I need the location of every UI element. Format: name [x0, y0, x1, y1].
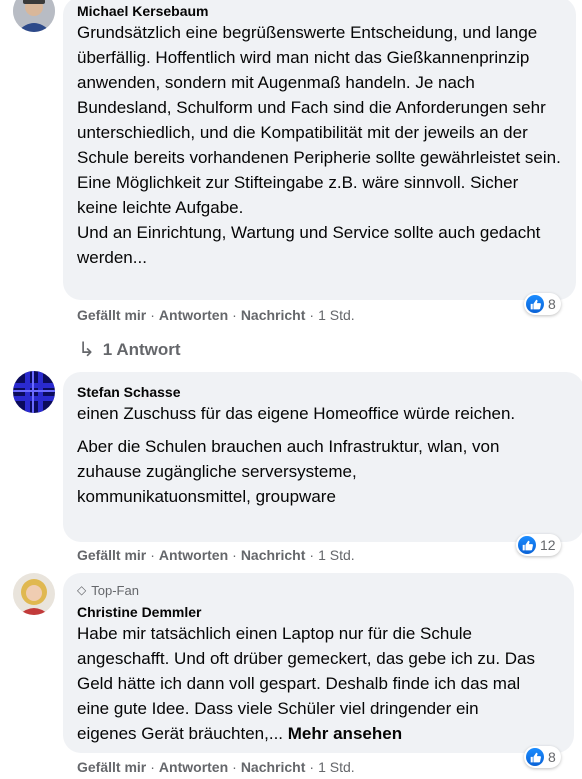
comment-author[interactable]: Stefan Schasse	[77, 383, 570, 401]
avatar[interactable]	[13, 573, 55, 615]
top-fan-badge[interactable]: ◇ Top-Fan	[77, 580, 560, 600]
reaction-number: 12	[540, 537, 556, 553]
reply-link[interactable]: Antworten	[159, 759, 228, 775]
timestamp[interactable]: 1 Std.	[318, 759, 355, 775]
like-link[interactable]: Gefällt mir	[77, 307, 146, 323]
comment-text: Habe mir tatsächlich einen Laptop nur fü…	[77, 621, 537, 746]
badge-label: Top-Fan	[91, 582, 139, 598]
replies-count: 1 Antwort	[102, 339, 181, 359]
avatar-photo	[13, 573, 55, 615]
comment-bubble: ◇ Top-Fan Christine Demmler Habe mir tat…	[63, 573, 574, 753]
message-link[interactable]: Nachricht	[241, 307, 306, 323]
avatar-photo	[13, 371, 55, 413]
comment-actions: Gefällt mir · Antworten · Nachricht · 1 Std.	[77, 547, 355, 563]
comment-actions: Gefällt mir · Antworten · Nachricht · 1 Std.	[77, 307, 355, 323]
reply-link[interactable]: Antworten	[159, 547, 228, 563]
comment-paragraph: Und an Einrichtung, Wartung und Service …	[77, 223, 541, 267]
reaction-count[interactable]: 12	[516, 534, 561, 556]
avatar[interactable]	[13, 371, 55, 413]
timestamp[interactable]: 1 Std.	[318, 547, 355, 563]
comment-author[interactable]: Michael Kersebaum	[77, 2, 562, 20]
comment-bubble: Michael Kersebaum Grundsätzlich eine beg…	[63, 0, 576, 300]
like-link[interactable]: Gefällt mir	[77, 759, 146, 775]
comment-text: Grundsätzlich eine begrüßenswerte Entsch…	[77, 20, 562, 270]
see-more-link[interactable]: Mehr ansehen	[288, 724, 402, 743]
message-link[interactable]: Nachricht	[241, 547, 306, 563]
avatar-photo	[13, 0, 55, 32]
reply-link[interactable]: Antworten	[159, 307, 228, 323]
comment-author[interactable]: Christine Demmler	[77, 603, 560, 621]
like-link[interactable]: Gefällt mir	[77, 547, 146, 563]
comment-actions: Gefällt mir · Antworten · Nachricht · 1 Std.	[77, 759, 355, 775]
like-reaction-icon	[526, 748, 544, 766]
reaction-count[interactable]: 8	[524, 293, 561, 315]
like-reaction-icon	[518, 536, 536, 554]
reaction-count[interactable]: 8	[524, 746, 561, 768]
comment-paragraph: Grundsätzlich eine begrüßenswerte Entsch…	[77, 23, 561, 217]
comment-paragraph: einen Zuschuss für das eigene Homeoffice…	[77, 404, 516, 423]
reply-arrow-icon: ↳	[78, 339, 95, 361]
avatar[interactable]	[13, 0, 55, 32]
reaction-number: 8	[548, 749, 556, 765]
like-reaction-icon	[526, 295, 544, 313]
comment-bubble: Stefan Schasse einen Zuschuss für das ei…	[63, 372, 582, 542]
comment-paragraph: Aber die Schulen brauchen auch Infrastru…	[77, 437, 500, 506]
reaction-number: 8	[548, 296, 556, 312]
diamond-icon: ◇	[77, 583, 87, 597]
view-replies-link[interactable]: ↳ 1 Antwort	[78, 337, 181, 362]
timestamp[interactable]: 1 Std.	[318, 307, 355, 323]
message-link[interactable]: Nachricht	[241, 759, 306, 775]
comment-paragraph: Habe mir tatsächlich einen Laptop nur fü…	[77, 621, 537, 746]
comment-text: einen Zuschuss für das eigene Homeoffice…	[77, 401, 517, 509]
